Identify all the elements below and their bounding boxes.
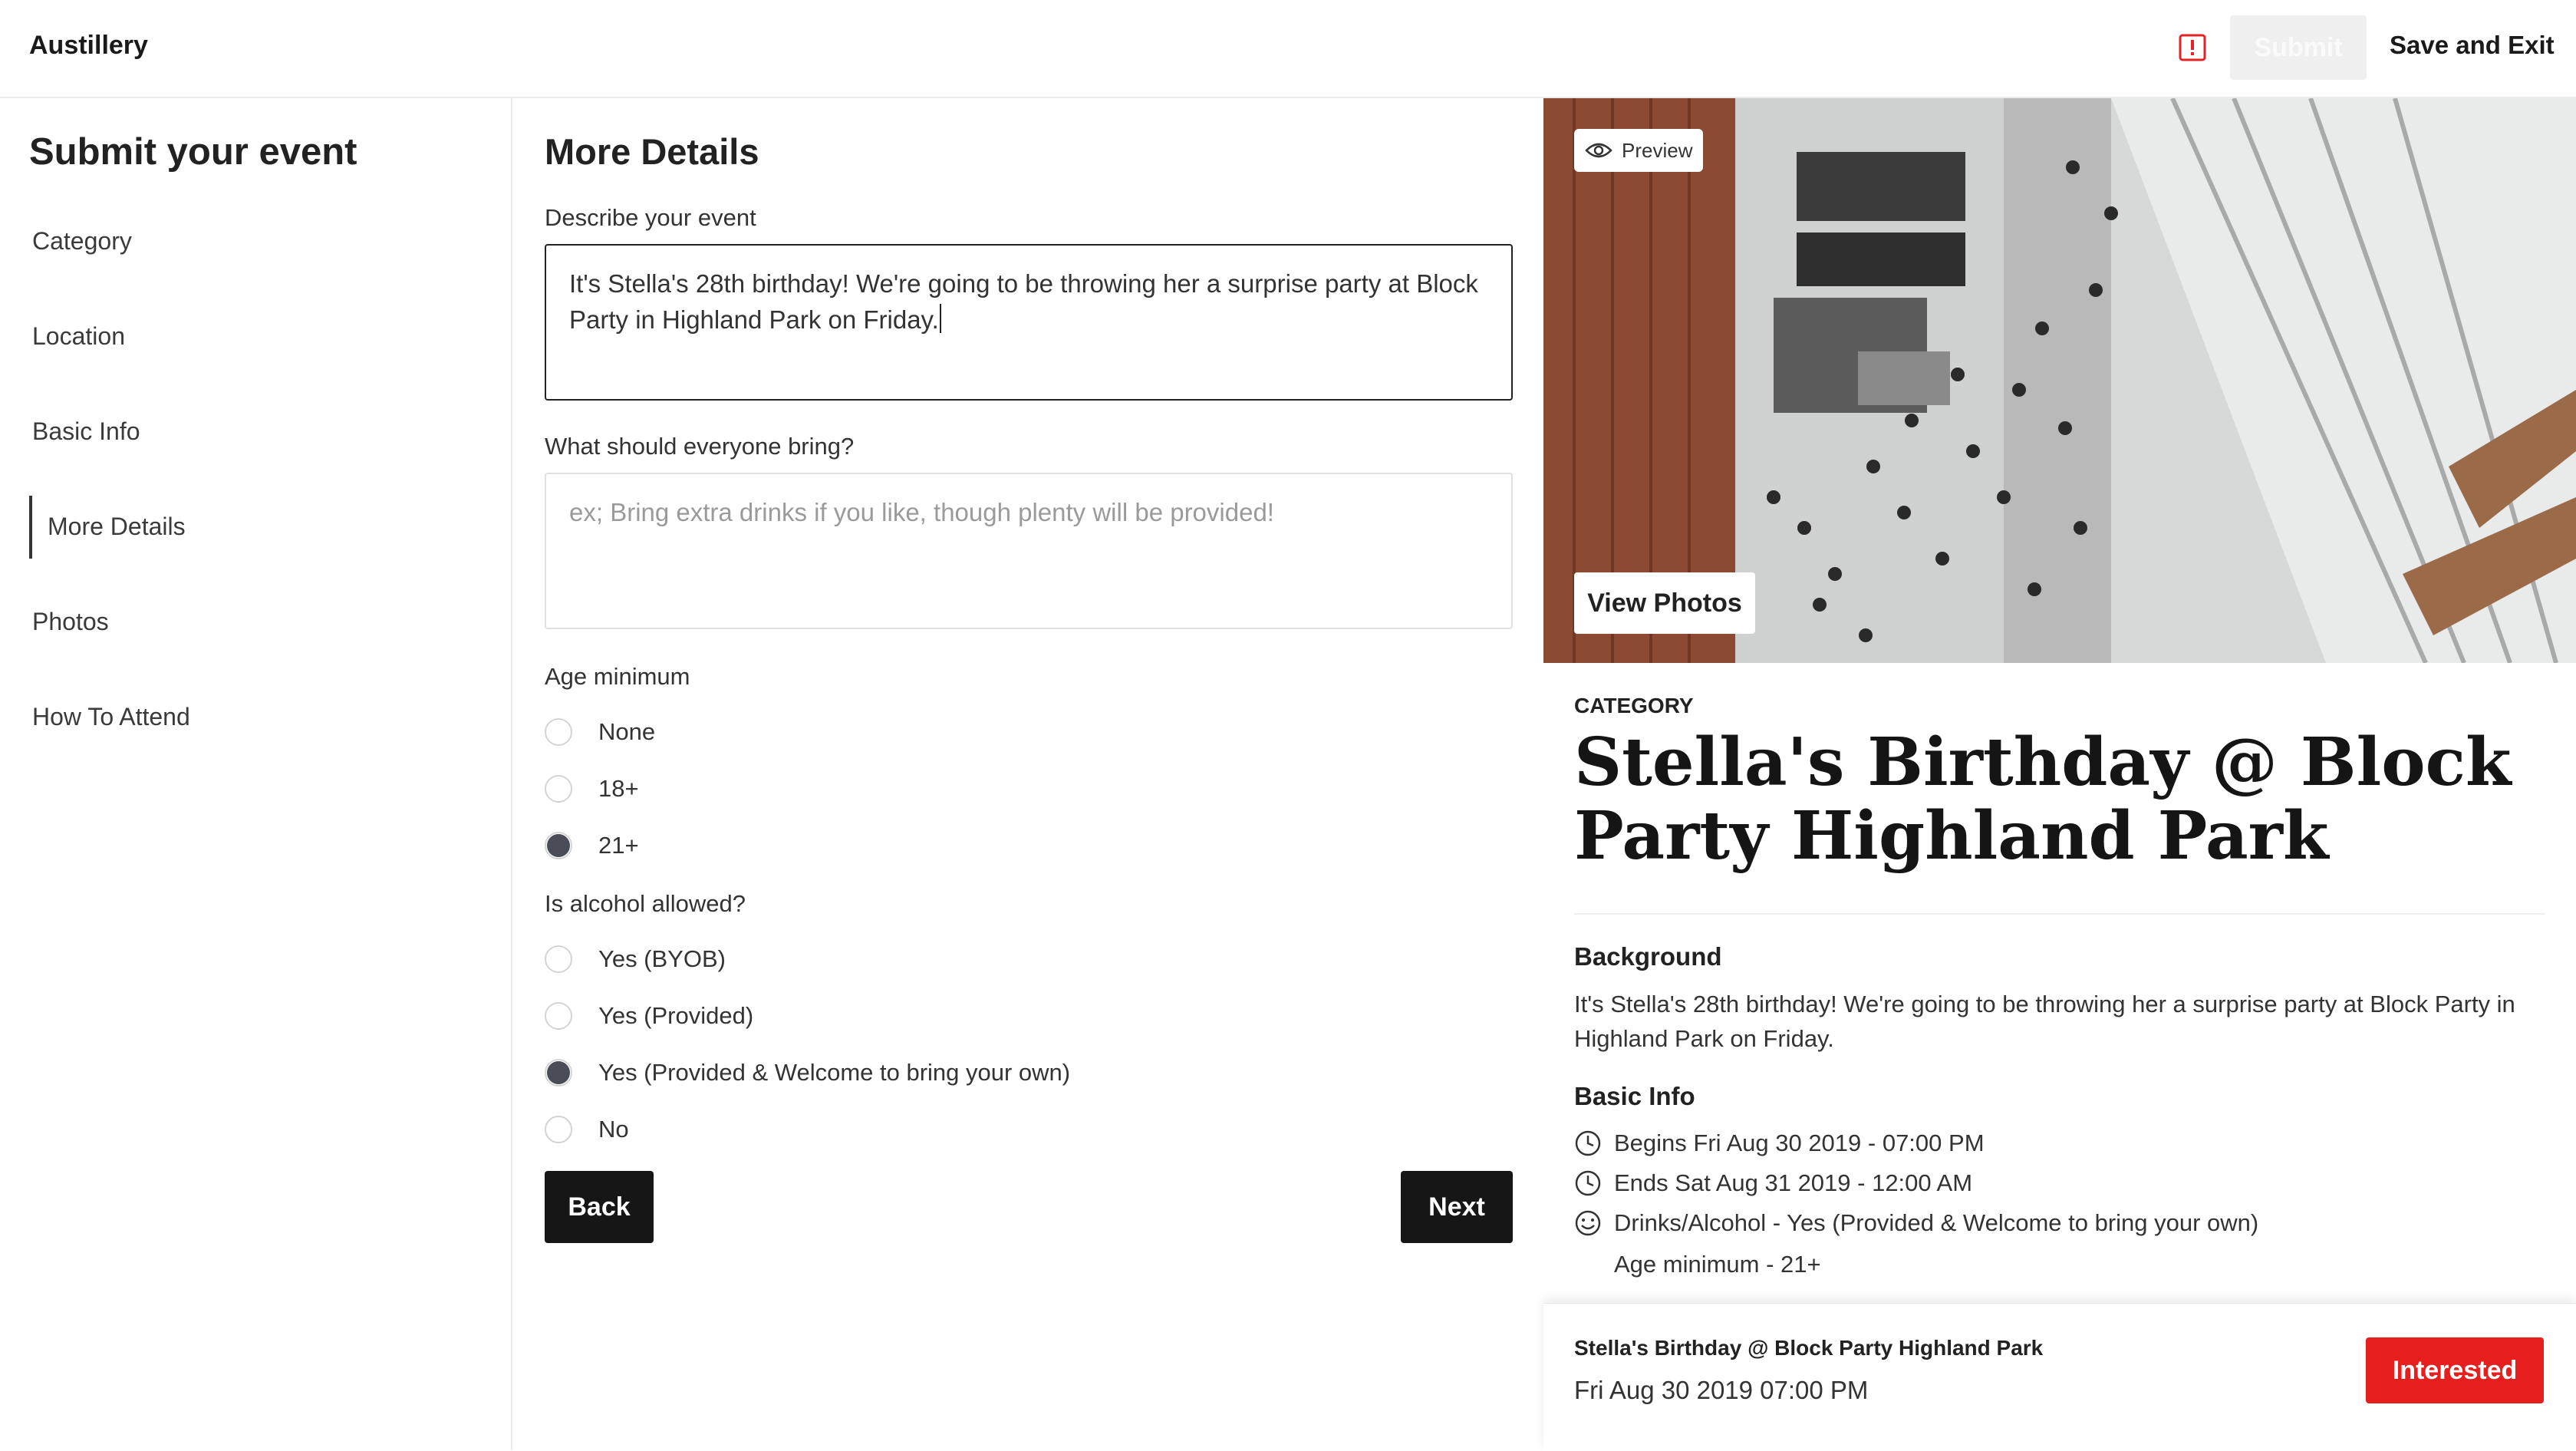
alcohol-label: Is alcohol allowed? xyxy=(545,890,746,917)
sidebar-item-more-details[interactable]: More Details xyxy=(48,513,186,541)
sticky-event-date: Fri Aug 30 2019 07:00 PM xyxy=(1574,1376,1869,1404)
sidebar-item-how-to-attend[interactable]: How To Attend xyxy=(32,703,190,731)
form-panel: More Details Describe your event It's St… xyxy=(512,98,1543,1450)
view-photos-button[interactable]: View Photos xyxy=(1574,572,1755,634)
alcohol-option-byob[interactable]: Yes (BYOB) xyxy=(545,944,726,974)
sticky-event-title: Stella's Birthday @ Block Party Highland… xyxy=(1574,1336,2044,1360)
top-bar: Austillery Submit Save and Exit xyxy=(0,0,2576,98)
radio-label: Yes (Provided & Welcome to bring your ow… xyxy=(598,1059,1071,1086)
age-option-none[interactable]: None xyxy=(545,717,655,747)
info-begins-text: Begins Fri Aug 30 2019 - 07:00 PM xyxy=(1614,1129,1985,1156)
page-title: More Details xyxy=(545,131,759,172)
sidebar-item-photos[interactable]: Photos xyxy=(32,608,109,636)
radio-button[interactable] xyxy=(545,718,572,746)
eye-icon xyxy=(1585,143,1612,158)
divider xyxy=(1574,913,2545,915)
radio-label: 21+ xyxy=(598,832,639,859)
age-option-21[interactable]: 21+ xyxy=(545,830,639,861)
next-button[interactable]: Next xyxy=(1401,1171,1513,1243)
info-ends: Ends Sat Aug 31 2019 - 12:00 AM xyxy=(1574,1169,1972,1197)
smiley-icon xyxy=(1575,1210,1601,1236)
info-begins: Begins Fri Aug 30 2019 - 07:00 PM xyxy=(1574,1129,1985,1157)
clock-icon xyxy=(1575,1170,1601,1196)
warning-icon[interactable] xyxy=(2179,34,2206,61)
describe-textarea[interactable]: It's Stella's 28th birthday! We're going… xyxy=(545,244,1513,401)
sidebar-item-category[interactable]: Category xyxy=(32,227,132,256)
sidebar: Submit your event Category Location Basi… xyxy=(0,98,512,1450)
radio-button[interactable] xyxy=(545,1116,572,1143)
sidebar-title: Submit your event xyxy=(29,131,357,173)
alcohol-option-provided-and-byob[interactable]: Yes (Provided & Welcome to bring your ow… xyxy=(545,1057,1070,1088)
brand-logo[interactable]: Austillery xyxy=(29,31,148,61)
category-label: CATEGORY xyxy=(1574,694,1694,717)
event-title: Stella's Birthday @ Block Party Highland… xyxy=(1574,724,2512,875)
describe-label: Describe your event xyxy=(545,204,756,231)
info-age-text: Age minimum - 21+ xyxy=(1614,1251,1821,1278)
radio-label: No xyxy=(598,1116,629,1143)
radio-label: 18+ xyxy=(598,775,639,802)
radio-button[interactable] xyxy=(545,775,572,803)
preview-chip-label: Preview xyxy=(1622,138,1693,162)
background-heading: Background xyxy=(1574,942,1722,971)
bring-textarea[interactable]: ex; Bring extra drinks if you like, thou… xyxy=(545,473,1513,629)
info-drinks: Drinks/Alcohol - Yes (Provided & Welcome… xyxy=(1574,1209,2258,1237)
basic-info-heading: Basic Info xyxy=(1574,1082,1695,1110)
clock-icon xyxy=(1575,1130,1601,1156)
radio-label: None xyxy=(598,718,656,745)
age-option-18[interactable]: 18+ xyxy=(545,773,639,804)
submit-button[interactable]: Submit xyxy=(2230,15,2367,80)
age-label: Age minimum xyxy=(545,663,690,690)
back-button[interactable]: Back xyxy=(545,1171,654,1243)
active-indicator xyxy=(29,496,32,559)
save-and-exit-button[interactable]: Save and Exit xyxy=(2390,31,2555,60)
interested-button[interactable]: Interested xyxy=(2366,1337,2544,1403)
sidebar-item-location[interactable]: Location xyxy=(32,322,125,351)
event-photo[interactable]: Preview View Photos xyxy=(1543,98,2576,663)
alcohol-option-provided[interactable]: Yes (Provided) xyxy=(545,1001,753,1031)
radio-button-selected[interactable] xyxy=(545,832,572,859)
info-drinks-text: Drinks/Alcohol - Yes (Provided & Welcome… xyxy=(1614,1209,2259,1236)
radio-button-selected[interactable] xyxy=(545,1059,572,1087)
info-ends-text: Ends Sat Aug 31 2019 - 12:00 AM xyxy=(1614,1169,1973,1196)
background-text: It's Stella's 28th birthday! We're going… xyxy=(1574,991,2515,1052)
radio-button[interactable] xyxy=(545,945,572,973)
info-age: Age minimum - 21+ xyxy=(1614,1251,1821,1278)
radio-label: Yes (Provided) xyxy=(598,1002,754,1029)
sticky-event-bar: Stella's Birthday @ Block Party Highland… xyxy=(1543,1303,2576,1451)
bring-label: What should everyone bring? xyxy=(545,433,855,460)
alcohol-option-no[interactable]: No xyxy=(545,1114,629,1145)
text-caret xyxy=(939,304,941,333)
event-preview: Preview View Photos CATEGORY Stella's Bi… xyxy=(1543,98,2576,1450)
radio-button[interactable] xyxy=(545,1002,572,1030)
describe-value: It's Stella's 28th birthday! We're going… xyxy=(569,269,1478,334)
radio-label: Yes (BYOB) xyxy=(598,945,726,972)
sidebar-item-basic-info[interactable]: Basic Info xyxy=(32,417,140,446)
preview-chip: Preview xyxy=(1574,129,1704,172)
